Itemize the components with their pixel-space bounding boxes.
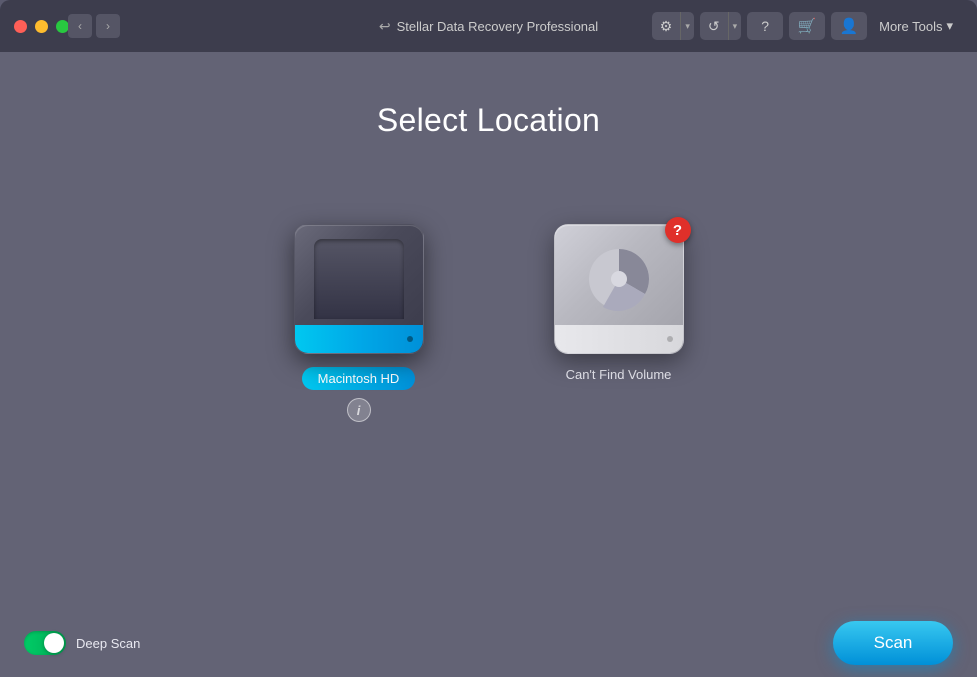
bottom-bar: Deep Scan Scan [0,609,977,677]
pie-chart [583,243,655,315]
info-icon: i [357,403,361,418]
history-tool-button[interactable]: ↺ ▾ [700,12,741,40]
more-tools-label: More Tools [879,19,942,34]
scan-button[interactable]: Scan [833,621,953,665]
help-icon: ? [761,18,769,34]
page-title: Select Location [377,102,600,139]
drive-label-cantfind: Can't Find Volume [566,367,672,382]
help-tool-button[interactable]: ? [747,12,783,40]
settings-tool-button[interactable]: ⚙ ▾ [652,12,694,40]
drives-container: Macintosh HD i ? [289,219,689,422]
drive-item-macintosh-hd[interactable]: Macintosh HD i [289,219,429,422]
drive-label-macintosh-hd: Macintosh HD [302,367,416,390]
settings-icon: ⚙ [652,12,681,40]
question-badge: ? [665,217,691,243]
drive-pie-area [574,239,664,319]
chevron-left-icon: ‹ [78,19,82,33]
nav-buttons: ‹ › [68,14,120,38]
deep-scan-toggle-switch[interactable] [24,631,66,655]
drive-item-cant-find-volume[interactable]: ? [549,219,689,382]
settings-arrow-icon: ▾ [680,12,694,40]
chevron-right-icon: › [106,19,110,33]
account-tool-button[interactable]: 👤 [831,12,867,40]
window-title: Stellar Data Recovery Professional [397,19,599,34]
cart-icon: 🛒 [798,17,817,35]
undo-icon: ↩ [379,18,391,35]
traffic-lights [14,20,69,33]
cart-tool-button[interactable]: 🛒 [789,12,825,40]
history-arrow-icon: ▾ [728,12,742,40]
drive-body-mac [294,224,424,354]
more-tools-button[interactable]: More Tools ▾ [871,14,961,38]
titlebar: ‹ › ↩ Stellar Data Recovery Professional… [0,0,977,52]
drive-white-bar [555,325,683,353]
deep-scan-label: Deep Scan [76,636,140,651]
drive-blue-bar [295,325,423,353]
toolbar-tools: ⚙ ▾ ↺ ▾ ? 🛒 👤 More Tools ▾ [652,12,977,40]
minimize-button[interactable] [35,20,48,33]
window-title-area: ↩ Stellar Data Recovery Professional [379,18,598,35]
account-icon: 👤 [840,17,859,35]
drive-info-button[interactable]: i [347,398,371,422]
tool-buttons-group: ⚙ ▾ ↺ ▾ ? 🛒 👤 [652,12,867,40]
nav-back-button[interactable]: ‹ [68,14,92,38]
close-button[interactable] [14,20,27,33]
nav-forward-button[interactable]: › [96,14,120,38]
more-tools-arrow-icon: ▾ [946,18,953,34]
question-icon: ? [673,222,682,239]
drive-icon-cantfind: ? [549,219,689,359]
toggle-knob [44,633,64,653]
drive-icon-macintosh-hd [289,219,429,359]
history-icon: ↺ [700,12,728,40]
deep-scan-toggle: Deep Scan [24,631,140,655]
drive-body-cantfind [554,224,684,354]
drive-inner-mac [314,239,404,319]
main-content: Select Location Macintosh HD i ? [0,52,977,677]
